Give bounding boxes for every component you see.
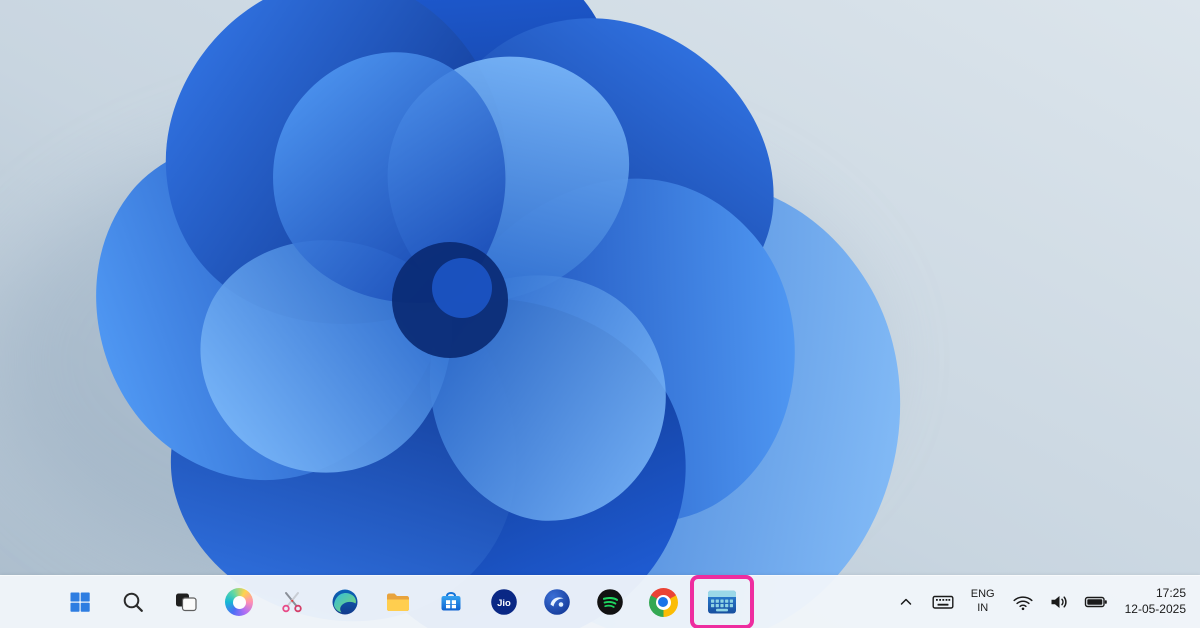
speaker-icon: [1047, 590, 1071, 614]
copilot-button[interactable]: [219, 582, 259, 622]
keyboard-app-button[interactable]: [696, 581, 748, 623]
store-bag-icon: [437, 588, 465, 616]
battery-icon: [1083, 590, 1109, 614]
wallpaper-bloom-art: [0, 0, 1200, 628]
desktop: Jio: [0, 0, 1200, 628]
chrome-button[interactable]: [643, 582, 683, 622]
network-button[interactable]: [1005, 582, 1041, 622]
touch-keyboard-icon: [931, 590, 955, 614]
snipping-tool-button[interactable]: [272, 582, 312, 622]
edge-button[interactable]: [325, 582, 365, 622]
scissors-icon: [279, 589, 305, 615]
chevron-up-icon: [897, 593, 915, 611]
task-view-button[interactable]: [166, 582, 206, 622]
search-icon: [120, 589, 146, 615]
language-line2: IN: [977, 602, 988, 616]
start-button[interactable]: [60, 582, 100, 622]
clock-time: 17:25: [1156, 586, 1186, 602]
quick-settings-group: [1005, 582, 1115, 622]
volume-button[interactable]: [1041, 582, 1077, 622]
spotify-button[interactable]: [590, 582, 630, 622]
copilot-icon: [225, 588, 253, 616]
task-view-icon: [173, 589, 199, 615]
jio-button[interactable]: Jio: [484, 582, 524, 622]
battery-button[interactable]: [1077, 582, 1115, 622]
language-line1: ENG: [971, 588, 995, 602]
touch-keyboard-button[interactable]: [925, 582, 961, 622]
microsoft-store-button[interactable]: [431, 582, 471, 622]
spotify-icon: [595, 587, 625, 617]
clock[interactable]: 17:25 12-05-2025: [1119, 582, 1190, 622]
taskbar-pinned-apps: Jio: [0, 581, 748, 623]
jio-circle-icon: Jio: [489, 587, 519, 617]
jio-label: Jio: [497, 598, 511, 609]
hidden-icons-button[interactable]: [891, 582, 921, 622]
taskbar: Jio: [0, 575, 1200, 628]
blue-swirl-app-button[interactable]: [537, 582, 577, 622]
file-explorer-button[interactable]: [378, 582, 418, 622]
clock-date: 12-05-2025: [1125, 602, 1186, 618]
virtual-keyboard-icon: [706, 588, 738, 616]
edge-swirl-icon: [330, 587, 360, 617]
search-button[interactable]: [113, 582, 153, 622]
windows-logo-icon: [68, 590, 92, 614]
language-indicator[interactable]: ENG IN: [965, 582, 1001, 622]
chrome-icon: [649, 588, 678, 617]
blue-swirl-icon: [542, 587, 572, 617]
wifi-icon: [1011, 590, 1035, 614]
system-tray: ENG IN: [891, 576, 1200, 628]
wallpaper: [0, 0, 1200, 628]
folder-icon: [384, 588, 412, 616]
